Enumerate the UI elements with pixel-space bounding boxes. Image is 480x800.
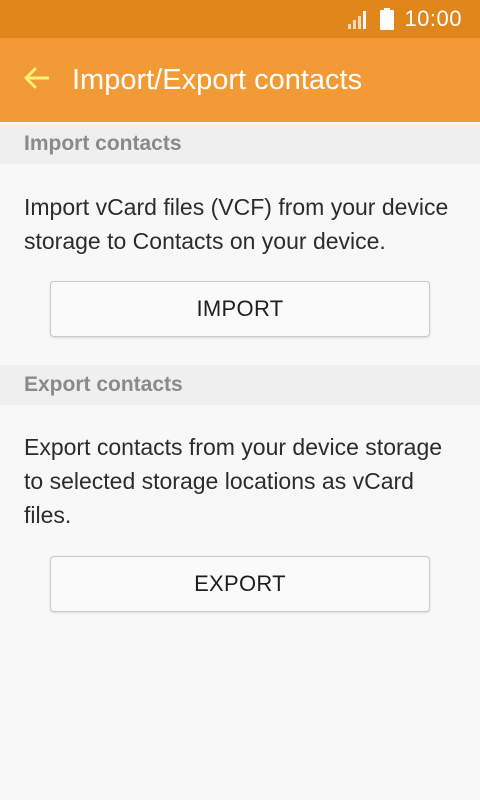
- export-description: Export contacts from your device storage…: [24, 434, 443, 528]
- import-section-header: Import contacts: [0, 124, 480, 164]
- page-title: Import/Export contacts: [72, 63, 363, 96]
- export-button[interactable]: EXPORT: [50, 556, 430, 612]
- app-bar: Import/Export contacts: [0, 38, 480, 122]
- status-bar: 10:00: [0, 0, 480, 38]
- back-button[interactable]: [0, 38, 72, 122]
- export-section-header: Export contacts: [0, 365, 480, 405]
- back-arrow-icon: [23, 67, 50, 94]
- status-time: 10:00: [404, 6, 462, 31]
- import-description: Import vCard files (VCF) from your devic…: [24, 194, 449, 254]
- battery-icon: [380, 8, 395, 30]
- import-button[interactable]: IMPORT: [50, 281, 430, 337]
- signal-icon: [348, 9, 370, 29]
